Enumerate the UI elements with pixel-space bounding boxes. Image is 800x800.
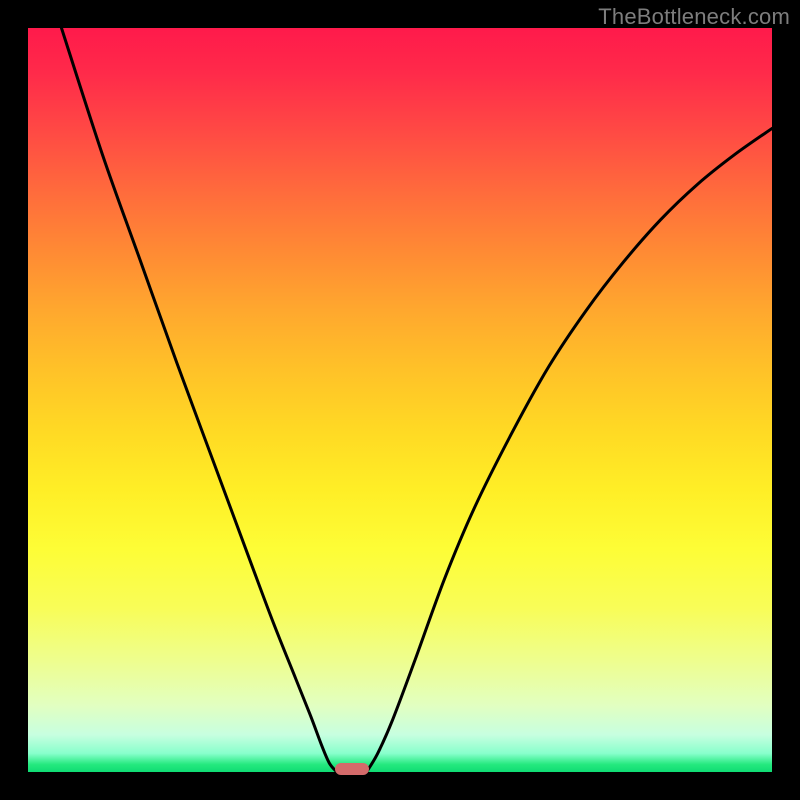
curve-layer xyxy=(28,28,772,772)
optimal-marker xyxy=(335,763,369,775)
watermark-text: TheBottleneck.com xyxy=(598,4,790,30)
curve-left-branch xyxy=(61,28,336,772)
curve-right-branch xyxy=(367,128,772,772)
plot-area xyxy=(28,28,772,772)
chart-frame: TheBottleneck.com xyxy=(0,0,800,800)
